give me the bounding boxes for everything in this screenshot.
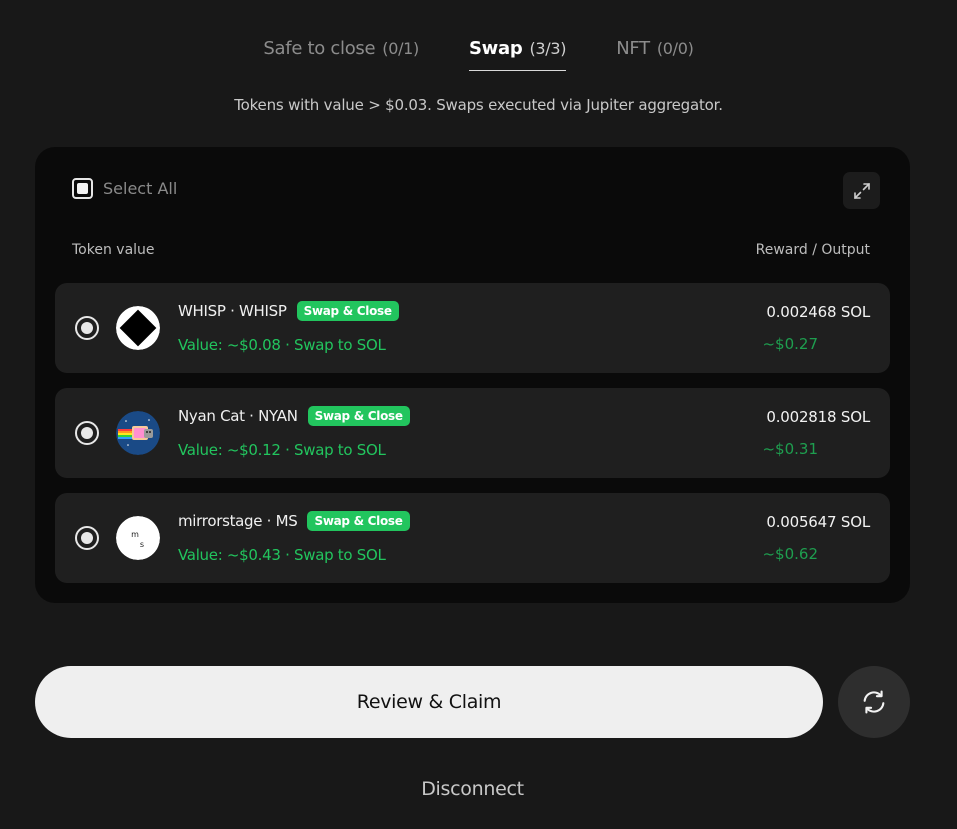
tab-bar: Safe to close (0/1) Swap (3/3) NFT (0/0) <box>0 38 957 71</box>
swap-close-badge: Swap & Close <box>296 301 399 321</box>
expand-button[interactable] <box>843 172 880 209</box>
logo-letter-s: s <box>140 540 144 549</box>
mirrorstage-logo-icon: m s <box>116 516 160 560</box>
token-name-line: WHISP · WHISP Swap & Close <box>178 301 399 321</box>
token-value: Value: ~$0.12 · Swap to SOL <box>178 441 386 459</box>
token-row[interactable]: m s mirrorstage · MS Swap & Close Value:… <box>55 493 890 583</box>
nyan-cat-logo-icon <box>116 411 160 455</box>
tab-nft[interactable]: NFT (0/0) <box>616 38 694 71</box>
tab-count: (3/3) <box>529 39 567 58</box>
page: Safe to close (0/1) Swap (3/3) NFT (0/0) To… <box>0 0 957 829</box>
tab-description: Tokens with value > $0.03. Swaps execute… <box>234 96 723 114</box>
refresh-button[interactable] <box>838 666 910 738</box>
refresh-icon <box>863 690 885 714</box>
tab-label: NFT <box>616 38 650 59</box>
token-row[interactable]: Nyan Cat · NYAN Swap & Close Value: ~$0.… <box>55 388 890 478</box>
token-name: Nyan Cat · NYAN <box>178 407 298 425</box>
token-value: Value: ~$0.08 · Swap to SOL <box>178 336 386 354</box>
column-header-token-value: Token value <box>72 242 155 258</box>
token-row[interactable]: WHISP · WHISP Swap & Close Value: ~$0.08… <box>55 283 890 373</box>
reward-sol: 0.005647 SOL <box>766 513 870 531</box>
tab-swap[interactable]: Swap (3/3) <box>469 38 567 71</box>
review-claim-button[interactable]: Review & Claim <box>35 666 823 738</box>
expand-icon <box>853 182 870 199</box>
tab-label: Swap <box>469 38 523 59</box>
swap-close-badge: Swap & Close <box>307 406 410 426</box>
token-name-line: mirrorstage · MS Swap & Close <box>178 511 410 531</box>
reward-sol: 0.002818 SOL <box>766 408 870 426</box>
swap-close-badge: Swap & Close <box>307 511 410 531</box>
token-name: WHISP · WHISP <box>178 302 287 320</box>
tab-count: (0/1) <box>382 39 420 58</box>
disconnect-link[interactable]: Disconnect <box>0 778 945 800</box>
token-name-line: Nyan Cat · NYAN Swap & Close <box>178 406 410 426</box>
logo-letter-m: m <box>131 530 139 539</box>
select-all-checkbox[interactable] <box>72 178 93 199</box>
select-all-label: Select All <box>103 179 178 198</box>
token-select-radio[interactable] <box>75 526 99 550</box>
tab-safe-to-close[interactable]: Safe to close (0/1) <box>263 38 419 71</box>
reward-usd: ~$0.27 <box>762 335 818 353</box>
select-all-toggle[interactable]: Select All <box>72 178 177 199</box>
token-select-radio[interactable] <box>75 316 99 340</box>
column-header-reward: Reward / Output <box>755 242 870 258</box>
token-list-card: Select All Token value Reward / Output W… <box>35 147 910 603</box>
reward-usd: ~$0.31 <box>762 440 818 458</box>
whisp-logo-icon <box>116 306 160 350</box>
token-name: mirrorstage · MS <box>178 512 298 530</box>
token-value: Value: ~$0.43 · Swap to SOL <box>178 546 386 564</box>
tab-count: (0/0) <box>656 39 694 58</box>
tab-label: Safe to close <box>263 38 376 59</box>
reward-usd: ~$0.62 <box>762 545 818 563</box>
reward-sol: 0.002468 SOL <box>766 303 870 321</box>
token-select-radio[interactable] <box>75 421 99 445</box>
